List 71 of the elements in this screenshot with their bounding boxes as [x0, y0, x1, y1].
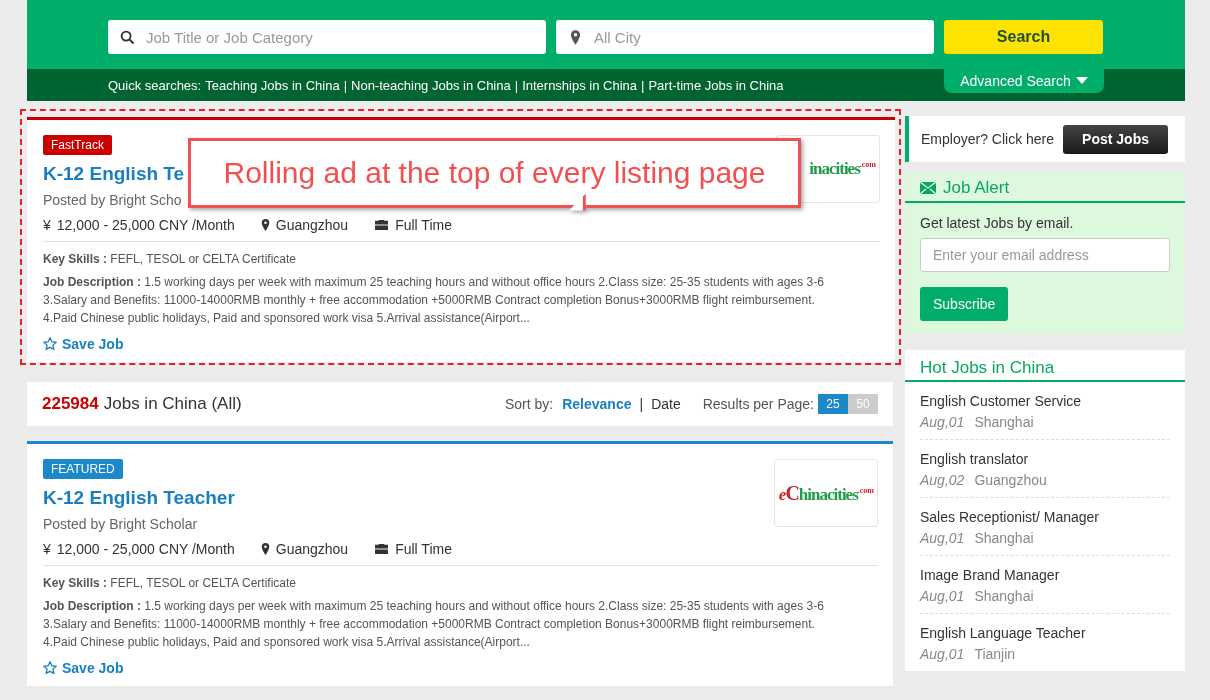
job-alert-text: Get latest Jobs by email. [920, 215, 1075, 231]
quick-searches-label: Quick searches: [108, 77, 202, 93]
salary-text: 12,000 - 25,000 CNY /Month [56, 217, 235, 233]
city-text: Guangzhou [275, 541, 349, 557]
location-pin-icon [570, 30, 581, 45]
hot-job-date: Aug,01 [920, 646, 965, 662]
separator-text: | [343, 77, 347, 93]
per-page-option[interactable]: 25 [818, 394, 848, 414]
sort-label: Sort by: [504, 396, 554, 412]
hot-job-city: Shanghai [974, 530, 1034, 546]
quick-search-link[interactable]: Teaching Jobs in China [205, 77, 340, 93]
poster-text: Posted by Bright Scholar [43, 516, 199, 532]
hot-job-link[interactable]: English translator [920, 451, 1170, 467]
sort-option[interactable]: Relevance [562, 396, 632, 412]
location-pin-icon [260, 543, 270, 555]
location-pin-icon [260, 219, 270, 231]
job-title-link[interactable]: K-12 English Te [43, 163, 185, 185]
currency-sign: ¥ [43, 217, 51, 233]
key-skills-text: Key Skills : FEFL, TESOL or CELTA Certificate [43, 576, 297, 590]
job-badge: FEATURED [43, 459, 123, 479]
city-text: Guangzhou [275, 217, 349, 233]
hot-job-city: Guangzhou [974, 472, 1047, 488]
save-job-link[interactable]: Save Job [43, 336, 124, 352]
key-skills-text: Key Skills : FEFL, TESOL or CELTA Certificate [43, 252, 297, 266]
poster-text: Posted by Bright Scho [43, 192, 183, 208]
search-button[interactable]: Search [944, 20, 1103, 54]
city-field[interactable]: All City [556, 20, 934, 54]
hot-job-link[interactable]: Sales Receptionist/ Manager [920, 509, 1170, 525]
hot-jobs-title: Hot Jobs in China [905, 350, 1185, 382]
star-icon [43, 337, 57, 351]
employer-text: Employer? Click here [921, 131, 1055, 147]
star-icon [43, 661, 57, 675]
job-description-text: Job Description : 1.5 working days per week with maximum 25 teaching hours and without office hours 2.Class size: 25-35 students with ages 3-6 3.Salary and Benefits: 11000-14000RMB monthly + free accommodation +5000RMB Contract completion Bonus+3000RMB flight reimbursement. 4.Paid Chinese public holidays, Paid and sponsored work visa 5.Arrival assistance(Airport... [43, 274, 825, 327]
job-badge: FastTrack [43, 135, 112, 155]
separator-text: | [641, 77, 645, 93]
quick-search-link[interactable]: Non-teaching Jobs in China [351, 77, 511, 93]
email-field[interactable]: Enter your email address [920, 238, 1170, 272]
salary-text: 12,000 - 25,000 CNY /Month [56, 541, 235, 557]
hot-job-date: Aug,01 [920, 530, 965, 546]
hot-job-link[interactable]: Image Brand Manager [920, 567, 1170, 583]
hot-job-date: Aug,01 [920, 414, 965, 430]
job-type-text: Full Time [395, 541, 452, 557]
job-type-text: Full Time [395, 217, 452, 233]
hot-job-link[interactable]: English Language Teacher [920, 625, 1170, 641]
results-label: Jobs in China (All) [103, 394, 242, 413]
company-logo: eChinacities$^{.com}$ [774, 459, 878, 527]
separator-text: | [639, 396, 644, 412]
job-alert-title: Job Alert [943, 178, 1010, 198]
separator-text: | [514, 77, 519, 93]
briefcase-icon [374, 543, 390, 555]
result-count: 225984 [42, 394, 99, 413]
sort-option[interactable]: Date [651, 396, 681, 412]
hot-job-date: Aug,01 [920, 588, 965, 604]
results-per-page-label: Results per Page: [702, 396, 814, 412]
post-jobs-button[interactable]: Post Jobs [1063, 124, 1169, 154]
save-job-link[interactable]: Save Job [43, 660, 124, 676]
quick-search-link[interactable]: Internships in China [522, 77, 638, 93]
hot-job-date: Aug,02 [920, 472, 965, 488]
caret-icon [1075, 76, 1088, 85]
hot-job-city: Shanghai [974, 414, 1034, 430]
currency-sign: ¥ [43, 541, 51, 557]
search-icon [120, 30, 135, 45]
hot-job-city: Tianjin [974, 646, 1016, 662]
quick-search-link[interactable]: Part-time Jobs in China [648, 77, 784, 93]
hot-job-city: Shanghai [974, 588, 1034, 604]
job-title-link[interactable]: K-12 English Teacher [43, 487, 235, 509]
briefcase-icon [374, 219, 390, 231]
job-description-text: Job Description : 1.5 working days per week with maximum 25 teaching hours and without office hours 2.Class size: 25-35 students with ages 3-6 3.Salary and Benefits: 11000-14000RMB monthly + free accommodation +5000RMB Contract completion Bonus+3000RMB flight reimbursement. 4.Paid Chinese public holidays, Paid and sponsored work visa 5.Arrival assistance(Airport... [43, 598, 825, 651]
hot-job-link[interactable]: English Customer Service [920, 393, 1170, 409]
keyword-field[interactable]: Job Title or Job Category [108, 20, 546, 54]
envelope-icon [920, 182, 936, 194]
